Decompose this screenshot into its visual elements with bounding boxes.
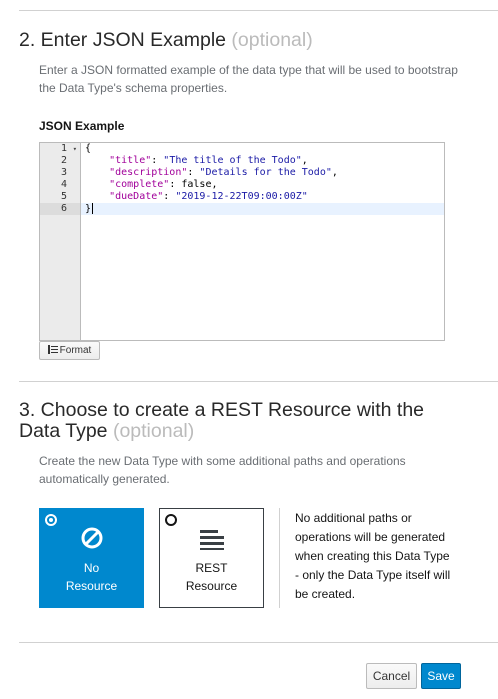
ban-icon bbox=[40, 526, 143, 550]
no-resource-card[interactable]: No Resource bbox=[39, 508, 144, 608]
text-cursor bbox=[92, 203, 94, 214]
section-title-line2: Data Type bbox=[19, 420, 108, 442]
section-title-text: 2. Enter JSON Example bbox=[19, 29, 226, 51]
top-divider bbox=[19, 10, 498, 11]
no-resource-radio[interactable] bbox=[45, 514, 57, 526]
line-number-active: 6 bbox=[40, 203, 80, 215]
section-title-line1: 3. Choose to create a REST Resource with… bbox=[19, 399, 425, 421]
cancel-button[interactable]: Cancel bbox=[366, 663, 417, 689]
json-example-help: Enter a JSON formatted example of the da… bbox=[39, 63, 458, 95]
no-resource-label: No Resource bbox=[65, 561, 118, 593]
code-line: "description": "Details for the Todo", bbox=[109, 167, 338, 178]
rest-resource-card[interactable]: REST Resource bbox=[159, 508, 264, 608]
fold-arrow-icon[interactable]: ▾ bbox=[73, 143, 77, 155]
section-divider bbox=[19, 381, 498, 382]
format-button[interactable]: Format bbox=[39, 341, 100, 360]
rest-resource-help: Create the new Data Type with some addit… bbox=[39, 454, 406, 486]
section-title-json-example: 2. Enter JSON Example (optional) bbox=[19, 30, 313, 51]
option-description: No additional paths or operations will b… bbox=[295, 511, 451, 601]
footer-divider bbox=[19, 642, 498, 643]
rest-resource-label: REST Resource bbox=[185, 561, 238, 593]
code-line: { bbox=[85, 143, 92, 154]
code-line: "title": "The title of the Todo", bbox=[109, 155, 308, 166]
optional-tag: (optional) bbox=[231, 29, 313, 51]
line-number: 3 bbox=[60, 167, 67, 178]
rest-resource-radio[interactable] bbox=[165, 514, 177, 526]
line-number: 1 ▾ bbox=[60, 143, 77, 155]
optional-tag: (optional) bbox=[112, 420, 195, 442]
format-button-label: Format bbox=[59, 345, 92, 356]
editor-gutter: 1 ▾ 2 3 4 5 6 bbox=[40, 143, 81, 340]
json-editor[interactable]: 1 ▾ 2 3 4 5 6 { "title": "The title of th… bbox=[39, 142, 445, 341]
code-line: "dueDate": "2019-12-22T09:00:00Z" bbox=[109, 191, 308, 202]
line-number: 2 bbox=[60, 155, 67, 166]
save-button[interactable]: Save bbox=[421, 663, 461, 689]
format-list-icon bbox=[47, 344, 58, 357]
line-number: 5 bbox=[60, 191, 67, 202]
section-title-rest-resource: 3. Choose to create a REST Resource with… bbox=[19, 400, 424, 442]
json-example-label: JSON Example bbox=[39, 119, 125, 133]
list-icon bbox=[160, 526, 263, 550]
code-line-active: } bbox=[81, 203, 444, 215]
card-separator bbox=[279, 508, 280, 608]
line-number: 4 bbox=[60, 179, 67, 190]
code-line: "complete": false, bbox=[109, 179, 218, 190]
